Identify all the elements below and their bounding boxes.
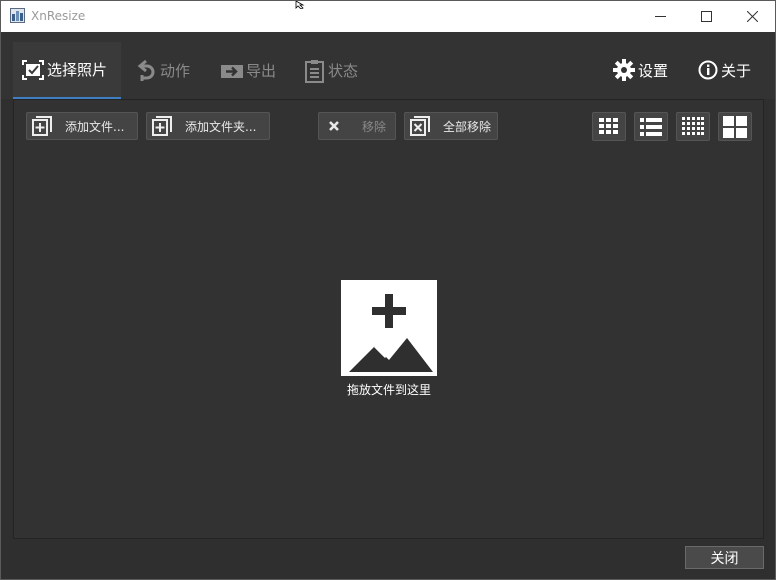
select-photos-icon: [22, 59, 44, 80]
grid-dense-icon: [682, 116, 704, 135]
tab-export[interactable]: 导出: [220, 42, 276, 99]
view-small-grid-button[interactable]: [592, 112, 626, 141]
add-files-label: 添加文件...: [65, 119, 125, 134]
mouse-cursor-icon: [295, 1, 305, 9]
info-icon: [698, 60, 718, 80]
minimize-icon: [654, 16, 666, 17]
photo-list-area[interactable]: 添加文件... 添加文件夹... 移除 全部移除 拖放文件到这里: [13, 99, 764, 539]
remove-label: 移除: [362, 119, 387, 134]
add-folder-icon: [152, 116, 172, 136]
action-icon: [137, 59, 155, 81]
remove-all-icon: [410, 116, 430, 136]
remove-icon: [329, 121, 339, 131]
drop-zone[interactable]: [341, 280, 437, 376]
tab-label: 状态: [328, 62, 359, 80]
app-window: XnResize 选择照片 动作 导出 状态 设置 关于 添加文件... 添加文…: [0, 0, 776, 580]
tab-select-photos[interactable]: 选择照片: [13, 42, 121, 99]
drop-zone-label: 拖放文件到这里: [346, 383, 431, 397]
list-icon: [640, 117, 662, 136]
add-folder-button[interactable]: 添加文件夹...: [146, 112, 270, 140]
tab-label: 动作: [160, 62, 191, 80]
settings-label: 设置: [638, 61, 669, 80]
grid-small-icon: [599, 117, 618, 134]
maximize-icon: [700, 11, 712, 22]
remove-all-button[interactable]: 全部移除: [404, 112, 498, 140]
add-photo-icon: [349, 294, 433, 372]
gear-icon: [613, 59, 635, 81]
close-window-button[interactable]: [729, 1, 775, 32]
window-title: XnResize: [31, 9, 86, 23]
add-folder-label: 添加文件夹...: [185, 119, 257, 134]
close-icon: [746, 11, 758, 22]
maximize-button[interactable]: [683, 1, 729, 32]
minimize-button[interactable]: [637, 1, 683, 32]
about-label: 关于: [721, 61, 752, 80]
export-icon: [221, 64, 243, 78]
title-bar[interactable]: XnResize: [1, 1, 775, 32]
view-large-grid-button[interactable]: [718, 112, 752, 141]
tab-label: 选择照片: [47, 61, 108, 79]
close-button[interactable]: 关闭: [685, 546, 764, 569]
view-dense-grid-button[interactable]: [676, 112, 710, 141]
tab-status[interactable]: 状态: [304, 42, 358, 99]
status-icon: [305, 59, 324, 83]
tab-label: 导出: [246, 62, 277, 80]
view-list-button[interactable]: [634, 112, 668, 141]
main-tabs: 选择照片 动作 导出 状态 设置 关于: [1, 32, 775, 99]
add-file-icon: [32, 116, 52, 136]
remove-all-label: 全部移除: [443, 119, 492, 134]
app-icon: [10, 8, 25, 23]
grid-large-icon: [723, 115, 747, 138]
remove-button[interactable]: 移除: [318, 112, 396, 140]
add-files-button[interactable]: 添加文件...: [26, 112, 138, 140]
tab-action[interactable]: 动作: [136, 42, 190, 99]
about-button[interactable]: 关于: [698, 52, 751, 88]
settings-button[interactable]: 设置: [613, 52, 668, 88]
